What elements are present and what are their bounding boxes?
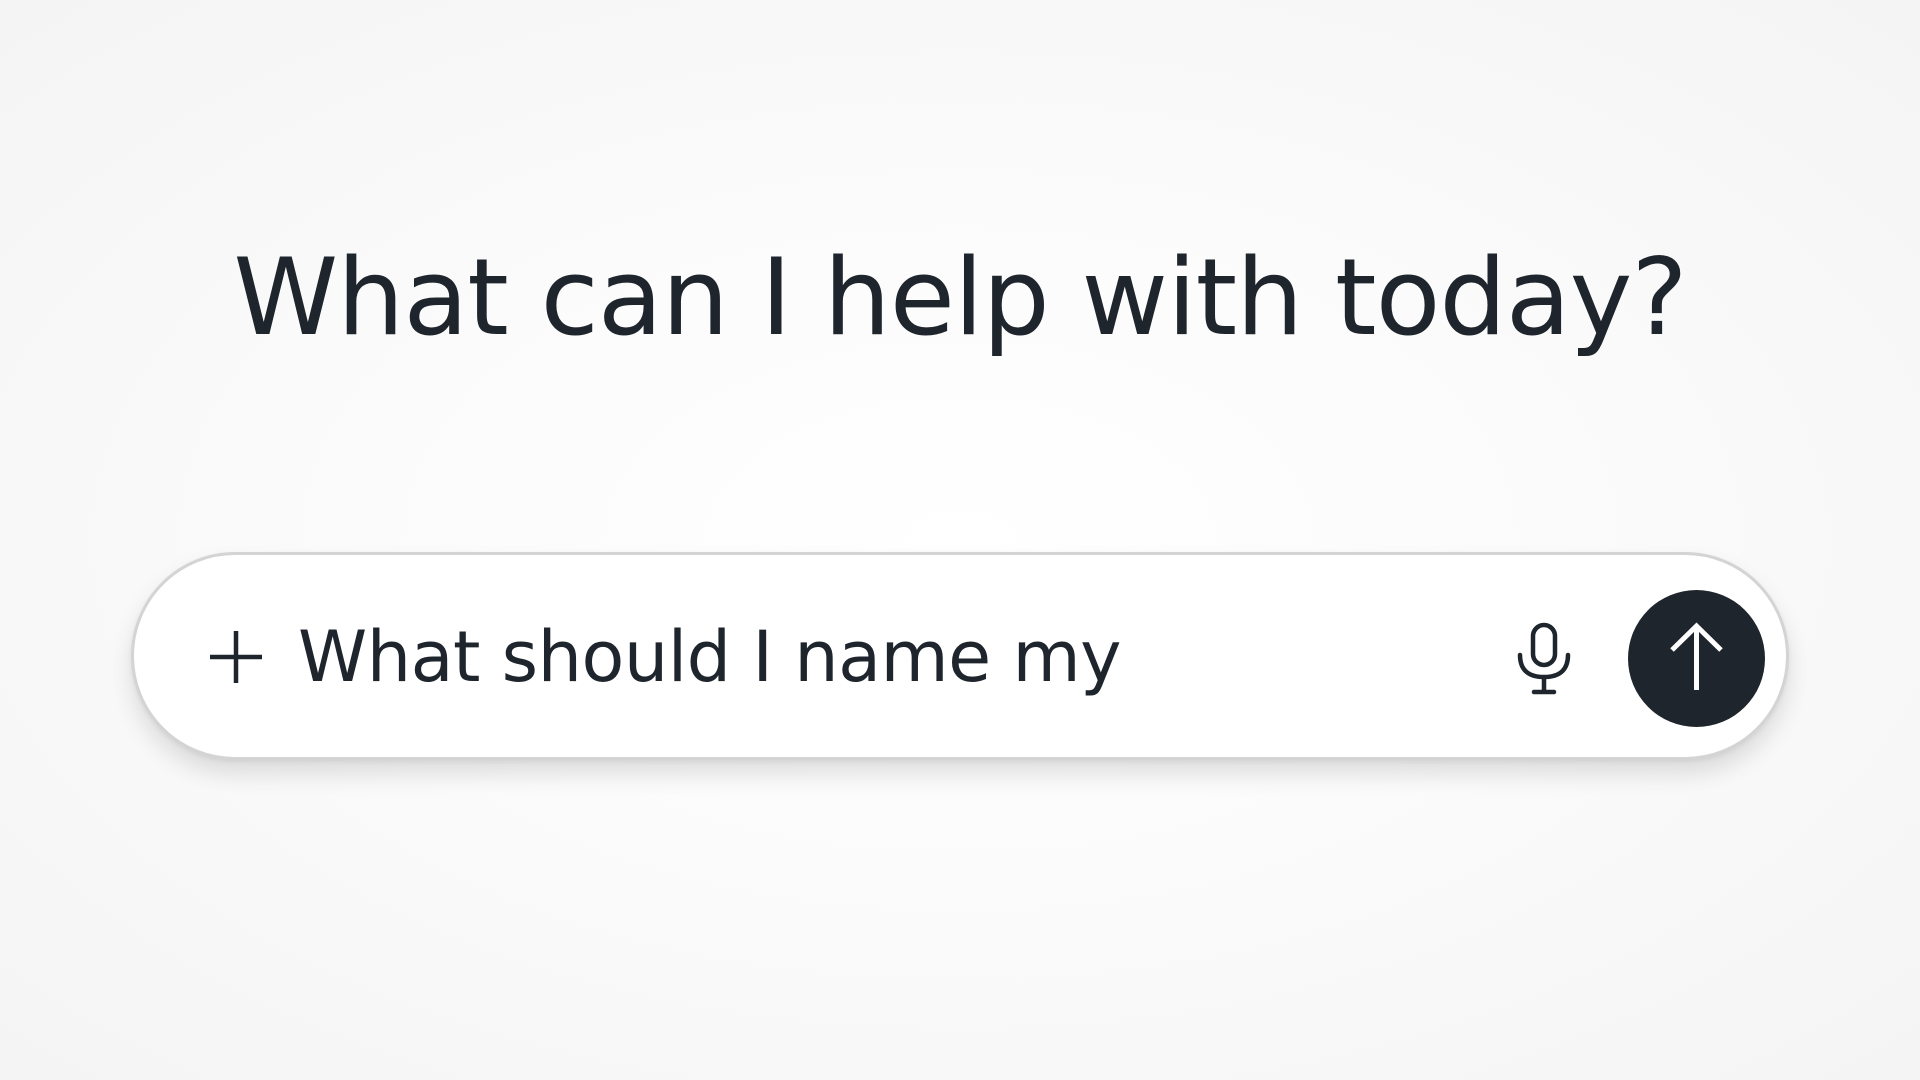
plus-icon xyxy=(210,631,262,683)
prompt-composer xyxy=(131,552,1789,760)
voice-input-button[interactable] xyxy=(1508,621,1580,697)
prompt-input[interactable] xyxy=(298,605,1318,709)
send-button[interactable] xyxy=(1628,590,1765,727)
attach-button[interactable] xyxy=(206,627,266,687)
page-title: What can I help with today? xyxy=(233,236,1687,359)
arrow-up-icon xyxy=(1670,622,1723,690)
microphone-icon xyxy=(1517,622,1571,695)
